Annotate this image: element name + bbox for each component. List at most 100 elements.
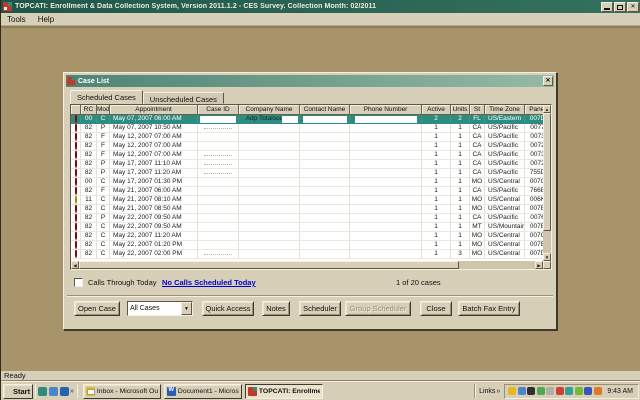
table-row[interactable]: 82CMay 21, 2007 08:50 AM11MOUS/Central00… (71, 205, 543, 214)
scrollbar-corner (543, 261, 551, 269)
tray-icon-4[interactable] (537, 387, 545, 395)
column-header-units[interactable]: Units (451, 105, 470, 115)
quick-launch-overflow-icon[interactable]: » (69, 388, 75, 395)
tray-icon-3[interactable] (527, 387, 535, 395)
scheduler-button[interactable]: Scheduler (299, 301, 341, 316)
scroll-left-icon[interactable]: ◀ (71, 261, 79, 269)
tray-icon-8[interactable] (575, 387, 583, 395)
tray-icon-10[interactable] (594, 387, 602, 395)
links-overflow-icon[interactable]: » (495, 388, 501, 395)
tray-icon-7[interactable] (565, 387, 573, 395)
table-row[interactable]: 82FMay 12, 2007 07:00 AM11CAUS/Pacific00… (71, 151, 543, 160)
scroll-up-icon[interactable]: ▲ (543, 105, 551, 113)
word-icon (167, 387, 176, 396)
task-button-strip: Inbox - Microsoft Outlook. Document1 - Mi… (80, 384, 323, 399)
tray-icon-1[interactable] (508, 387, 516, 395)
vertical-scrollbar[interactable]: ▲ ▼ (543, 105, 551, 261)
vertical-scroll-thumb[interactable] (543, 113, 551, 231)
status-dot-red (75, 133, 77, 141)
table-row[interactable]: 11CMay 21, 2007 08:10 AM11MOUS/Central00… (71, 196, 543, 205)
redacted-case-id (204, 173, 232, 174)
links-label: Links (479, 388, 495, 395)
table-row[interactable]: 82CMay 22, 2007 01:20 PM11MOUS/Central00… (71, 241, 543, 250)
no-calls-scheduled-link[interactable]: No Calls Scheduled Today (162, 278, 256, 287)
tray-icon-2[interactable] (518, 387, 526, 395)
table-row[interactable]: 82FMay 12, 2007 07:00 AM11CAUS/Pacific00… (71, 142, 543, 151)
tray-icon-6[interactable] (556, 387, 564, 395)
table-row[interactable]: 82CMay 22, 2007 11:20 AM11MOUS/Central00… (71, 232, 543, 241)
close-button[interactable]: ✕ (627, 2, 639, 12)
column-header-company-name[interactable]: Company Name (239, 105, 300, 115)
task-button-inbox-microsoft-outlook[interactable]: Inbox - Microsoft Outlook. (83, 384, 161, 399)
horizontal-scrollbar[interactable]: ◀ ▶ (71, 261, 543, 269)
table-row[interactable]: 82FMay 12, 2007 07:00 AM11CAUS/Pacific00… (71, 133, 543, 142)
dialog-close-icon[interactable]: ✕ (543, 76, 553, 86)
table-row[interactable]: 00CMay 17, 2007 01:30 PM11MOUS/Central00… (71, 178, 543, 187)
client-area: Case List ✕ Scheduled CasesUnscheduled C… (1, 26, 640, 371)
status-dot-red (75, 169, 77, 177)
column-header-active[interactable]: Active (422, 105, 451, 115)
calls-through-today-label: Calls Through Today (88, 278, 157, 287)
status-dot-red (75, 214, 77, 222)
status-dot-red (75, 124, 77, 132)
table-header-row: RCModeAppointmentCase IDCompany NameCont… (71, 105, 543, 115)
table-row[interactable]: 82PMay 07, 2007 10:50 AM11CAUS/Pacific00… (71, 124, 543, 133)
column-header-rc[interactable]: RC (81, 105, 97, 115)
notes-button[interactable]: Notes (262, 301, 290, 316)
column-header-panel[interactable]: Panel (525, 105, 543, 115)
dialog-footer: Calls Through Today No Calls Scheduled T… (74, 277, 552, 290)
column-header-st[interactable]: St (470, 105, 485, 115)
start-button[interactable]: Start (3, 384, 33, 399)
calls-through-today-checkbox[interactable] (74, 278, 83, 287)
dialog-icon (67, 77, 75, 85)
case-filter-dropdown[interactable]: All Cases ▼ (127, 301, 193, 316)
column-header-time-zone[interactable]: Time Zone (485, 105, 525, 115)
menu-item-help[interactable]: Help (32, 14, 60, 25)
chevron-down-icon[interactable]: ▼ (181, 302, 192, 315)
tray-icon-9[interactable] (584, 387, 592, 395)
dialog-titlebar[interactable]: Case List ✕ (66, 75, 554, 87)
column-header-mode[interactable]: Mode (97, 105, 110, 115)
close-dialog-button[interactable]: Close (420, 301, 452, 316)
batch-fax-entry-button[interactable]: Batch Fax Entry (458, 301, 520, 316)
tab-unscheduled-cases[interactable]: Unscheduled Cases (143, 92, 224, 104)
tray-icon-5[interactable] (546, 387, 554, 395)
taskbar: Start » Inbox - Microsoft Outlook. Docume… (1, 381, 640, 400)
column-header-appointment[interactable]: Appointment (110, 105, 198, 115)
status-dot-red (75, 160, 77, 168)
quick-launch-window-icon[interactable] (49, 387, 58, 396)
minimize-button[interactable] (601, 2, 613, 12)
quick-launch-media-icon[interactable] (38, 387, 47, 396)
redacted-case-id (204, 128, 232, 129)
horizontal-scroll-thumb[interactable] (79, 261, 459, 269)
restore-button[interactable] (614, 2, 626, 12)
table-row[interactable]: 82PMay 17, 2007 11:20 AM11CAUS/Pacific75… (71, 169, 543, 178)
column-header-status[interactable] (71, 105, 81, 115)
task-button-topcati-enrollment[interactable]: TOPCATI: Enrollment... (245, 384, 323, 399)
dialog-title: Case List (78, 78, 109, 85)
table-row[interactable]: 00CMay 07, 2007 06:00 AMAdp Totalsource2… (71, 115, 543, 124)
scroll-right-icon[interactable]: ▶ (535, 261, 543, 269)
scroll-down-icon[interactable]: ▼ (543, 253, 551, 261)
table-row[interactable]: 82CMay 22, 2007 02:00 PM13MOUS/Central00… (71, 250, 543, 259)
topcati-app-icon (3, 2, 12, 11)
links-toolbar[interactable]: Links » (475, 384, 504, 398)
table-row[interactable]: 82PMay 17, 2007 11:10 AM11CAUS/Pacific00… (71, 160, 543, 169)
tab-scheduled-cases[interactable]: Scheduled Cases (70, 90, 143, 104)
menu-item-tools[interactable]: Tools (1, 14, 32, 25)
task-button-label: Inbox - Microsoft Outlook. (97, 388, 158, 395)
quick-launch-internet-explorer-icon[interactable] (60, 387, 69, 396)
status-text: Ready (4, 371, 26, 380)
table-row[interactable]: 82PMay 22, 2007 09:50 AM11CAUS/Pacific00… (71, 214, 543, 223)
task-button-document1-microsoft-w[interactable]: Document1 - Microsoft W... (164, 384, 242, 399)
quick-access-button[interactable]: Quick Access (202, 301, 254, 316)
redacted-case-id (204, 155, 232, 156)
column-header-phone-number[interactable]: Phone Number (350, 105, 422, 115)
tray-icon-group (508, 387, 602, 395)
column-header-contact-name[interactable]: Contact Name (300, 105, 350, 115)
table-row[interactable]: 82CMay 22, 2007 09:50 AM11MTUS/Mountain0… (71, 223, 543, 232)
column-header-case-id[interactable]: Case ID (198, 105, 239, 115)
table-row[interactable]: 82FMay 21, 2007 06:00 AM11CAUS/Pacific76… (71, 187, 543, 196)
open-case-button[interactable]: Open Case (74, 301, 120, 316)
status-dot-red (75, 205, 77, 213)
